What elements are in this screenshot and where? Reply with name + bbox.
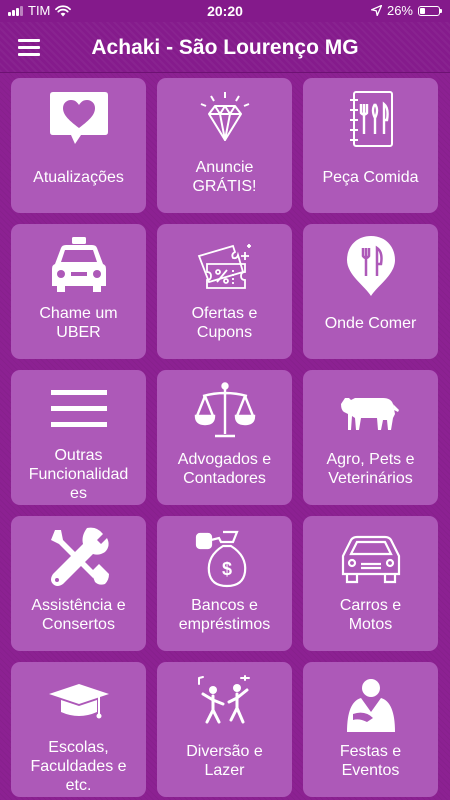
tile-anuncie[interactable]: Anuncie GRÁTIS! [157, 78, 292, 213]
tile-label: Carros e Motos [339, 597, 402, 633]
tile-label: Anuncie GRÁTIS! [192, 159, 257, 195]
tile-label: Ofertas e Cupons [191, 305, 258, 341]
tile-label: Escolas, Faculdades e etc. [30, 739, 127, 790]
dancing-icon [157, 672, 292, 736]
tile-atualizacoes[interactable]: Atualizações [11, 78, 146, 213]
tile-ofertas[interactable]: Ofertas e Cupons [157, 224, 292, 359]
taxi-icon [11, 234, 146, 298]
tools-icon [11, 526, 146, 590]
heart-chat-icon [11, 88, 146, 152]
coupon-icon [157, 234, 292, 298]
scales-icon [157, 380, 292, 444]
diamond-icon [157, 88, 292, 152]
car-icon [303, 526, 438, 590]
category-grid-container[interactable]: Atualizações Anuncie GRÁTIS! Peça Comida… [0, 73, 450, 800]
tile-uber[interactable]: Chame um UBER [11, 224, 146, 359]
tile-label: Atualizações [33, 168, 124, 186]
tile-label: Chame um UBER [39, 305, 118, 341]
money-bag-icon: $ [157, 526, 292, 590]
tile-label: Diversão e Lazer [186, 743, 263, 779]
tile-label: Bancos e empréstimos [178, 597, 271, 633]
restaurant-pin-icon [303, 234, 438, 298]
tile-label: Outras Funcionalidad es [28, 447, 129, 498]
tile-carros[interactable]: Carros e Motos [303, 516, 438, 651]
tile-festas[interactable]: Festas e Eventos [303, 662, 438, 797]
graduation-cap-icon [11, 672, 146, 736]
tile-label: Peça Comida [322, 168, 419, 186]
tile-assistencia[interactable]: Assistência e Consertos [11, 516, 146, 651]
tile-label: Assistência e Consertos [31, 597, 126, 633]
tile-agro[interactable]: Agro, Pets e Veterinários [303, 370, 438, 505]
tile-onde-comer[interactable]: Onde Comer [303, 224, 438, 359]
status-right: 26% [370, 3, 442, 18]
host-icon [303, 672, 438, 736]
tile-bancos[interactable]: $ Bancos e empréstimos [157, 516, 292, 651]
tile-label: Agro, Pets e Veterinários [326, 451, 415, 487]
menu-lines-icon [11, 380, 146, 444]
tile-outras[interactable]: Outras Funcionalidad es [11, 370, 146, 505]
category-grid: Atualizações Anuncie GRÁTIS! Peça Comida… [11, 78, 438, 797]
app-title: Achaki - São Lourenço MG [91, 36, 359, 59]
cow-icon [303, 380, 438, 444]
tile-label: Onde Comer [324, 314, 417, 332]
tile-peca-comida[interactable]: Peça Comida [303, 78, 438, 213]
battery-percent: 26% [386, 3, 413, 18]
status-bar: TIM 20:20 26% [0, 0, 450, 22]
svg-text:$: $ [221, 559, 231, 579]
battery-icon [418, 5, 442, 16]
tile-label: Festas e Eventos [339, 743, 402, 779]
tile-advogados[interactable]: Advogados e Contadores [157, 370, 292, 505]
location-arrow-icon [370, 5, 382, 16]
tile-escolas[interactable]: Escolas, Faculdades e etc. [11, 662, 146, 797]
tile-label: Advogados e Contadores [177, 451, 272, 487]
menu-book-icon [303, 88, 438, 152]
top-app-bar: Achaki - São Lourenço MG [0, 22, 450, 73]
tile-diversao[interactable]: Diversão e Lazer [157, 662, 292, 797]
